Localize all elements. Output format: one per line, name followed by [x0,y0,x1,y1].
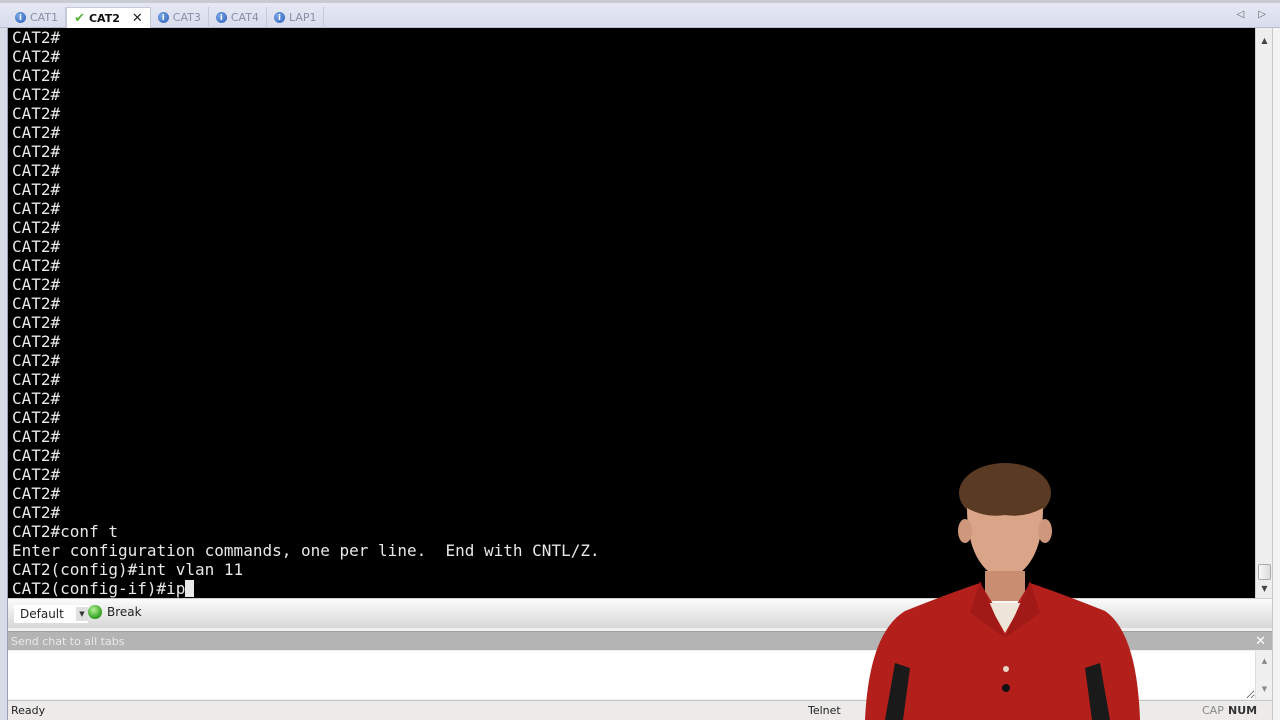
terminal-line: CAT2# [12,465,61,484]
info-icon: i [15,12,26,23]
terminal-line: CAT2(config)#int vlan 11 [12,560,1255,579]
close-tab-icon[interactable]: ✕ [132,11,143,26]
terminal-line: CAT2# [12,218,61,237]
toolbar: Default ▼ Break [8,598,1272,628]
terminal-line-text: CAT2(config-if)#ip [12,579,186,598]
terminal-line: CAT2# [12,503,61,522]
terminal-scrollbar[interactable]: ▲ ▼ [1255,28,1272,598]
terminal-line: CAT2# [12,104,61,123]
chat-scrollbar[interactable]: ▲ ▼ [1255,651,1272,699]
status-caps-lock: CAP [1202,704,1224,717]
scroll-up-icon[interactable]: ▲ [1256,36,1273,45]
chevron-down-icon[interactable]: ▼ [76,607,88,621]
terminal-line: CAT2# [12,28,61,47]
chat-input[interactable] [8,651,1255,699]
terminal-line: CAT2# [12,332,61,351]
terminal-line: CAT2# [12,294,61,313]
terminal-line: CAT2# [12,161,61,180]
break-button[interactable]: Break [88,605,142,619]
terminal-cursor [185,580,195,597]
scroll-up-icon[interactable]: ▲ [1256,657,1273,665]
session-tabs: i CAT1 ✔ CAT2 ✕ i CAT3 i CAT4 i LAP1 [8,7,325,28]
status-ready: Ready [11,704,46,717]
break-label: Break [107,605,142,619]
session-select-value: Default [20,607,64,621]
scroll-down-icon[interactable]: ▼ [1256,584,1273,593]
info-icon: i [215,12,227,23]
check-icon: ✔ [74,10,85,26]
scrollbar-thumb[interactable] [1258,564,1271,580]
scroll-down-icon[interactable]: ▼ [1256,685,1273,693]
terminal-line: CAT2# [12,427,61,446]
tab-lap1[interactable]: i LAP1 [267,7,325,28]
info-icon: i [273,12,285,23]
status-num-lock: NUM [1228,704,1258,717]
tab-label: CAT4 [230,11,259,24]
terminal-line-text: CAT2(config)#int vlan 11 [12,560,244,579]
tab-nav: ◁ ▷ [1237,9,1266,20]
terminal-line: CAT2(config-if)#ip [12,579,1255,598]
status-protocol: Telnet [808,704,841,717]
tab-label: CAT2 [88,11,120,25]
terminal-line: CAT2# [12,313,61,332]
terminal-line: CAT2# [12,47,61,66]
terminal-line: Enter configuration commands, one per li… [12,541,1255,560]
terminal-line: CAT2# [12,408,61,427]
tab-label: CAT3 [172,11,201,24]
tab-bar: i CAT1 ✔ CAT2 ✕ i CAT3 i CAT4 i LAP1 ◁ ▷ [0,0,1280,28]
terminal-line: CAT2#conf t [12,522,1255,541]
tab-cat4[interactable]: i CAT4 [209,7,267,28]
terminal-line: CAT2# [12,180,61,199]
terminal-line: CAT2# [12,123,61,142]
status-bar: Ready Telnet CAP NUM [8,700,1272,720]
info-icon: i [157,12,169,23]
session-select[interactable]: Default ▼ [14,605,88,623]
tab-scroll-left-icon[interactable]: ◁ [1237,9,1245,20]
tab-cat3[interactable]: i CAT3 [151,7,209,28]
terminal-line: CAT2# [12,85,61,104]
terminal-line: CAT2# [12,370,61,389]
tab-label: CAT1 [30,11,59,24]
tab-cat2[interactable]: ✔ CAT2 ✕ [66,7,151,28]
terminal-line: CAT2# [12,66,61,85]
window-right-border [1272,28,1280,720]
terminal-line: CAT2# [12,199,61,218]
terminal-line-text: Enter configuration commands, one per li… [12,541,600,560]
chat-header-label: Send chat to all tabs [11,635,125,648]
tab-cat1[interactable]: i CAT1 [8,7,67,28]
window-left-border [0,28,8,720]
terminal-line: CAT2# [12,237,61,256]
terminal-line: CAT2# [12,389,61,408]
chat-header: Send chat to all tabs ✕ [8,631,1272,650]
tab-label: LAP1 [288,11,317,24]
terminal-line: CAT2# [12,446,61,465]
terminal-line: CAT2# [12,142,61,161]
terminal-line: CAT2# [12,275,61,294]
terminal-output[interactable]: CAT2# CAT2# CAT2# CAT2# CAT2# CAT2# CAT2# CAT2#… [8,28,1255,598]
terminal-line: CAT2# [12,484,61,503]
green-circle-icon [88,605,102,619]
terminal-line: CAT2# [12,351,61,370]
terminal-line: CAT2# [12,256,61,275]
close-icon[interactable]: ✕ [1255,632,1266,651]
terminal-line-text: CAT2#conf t [12,522,118,541]
tab-scroll-right-icon[interactable]: ▷ [1258,9,1266,20]
